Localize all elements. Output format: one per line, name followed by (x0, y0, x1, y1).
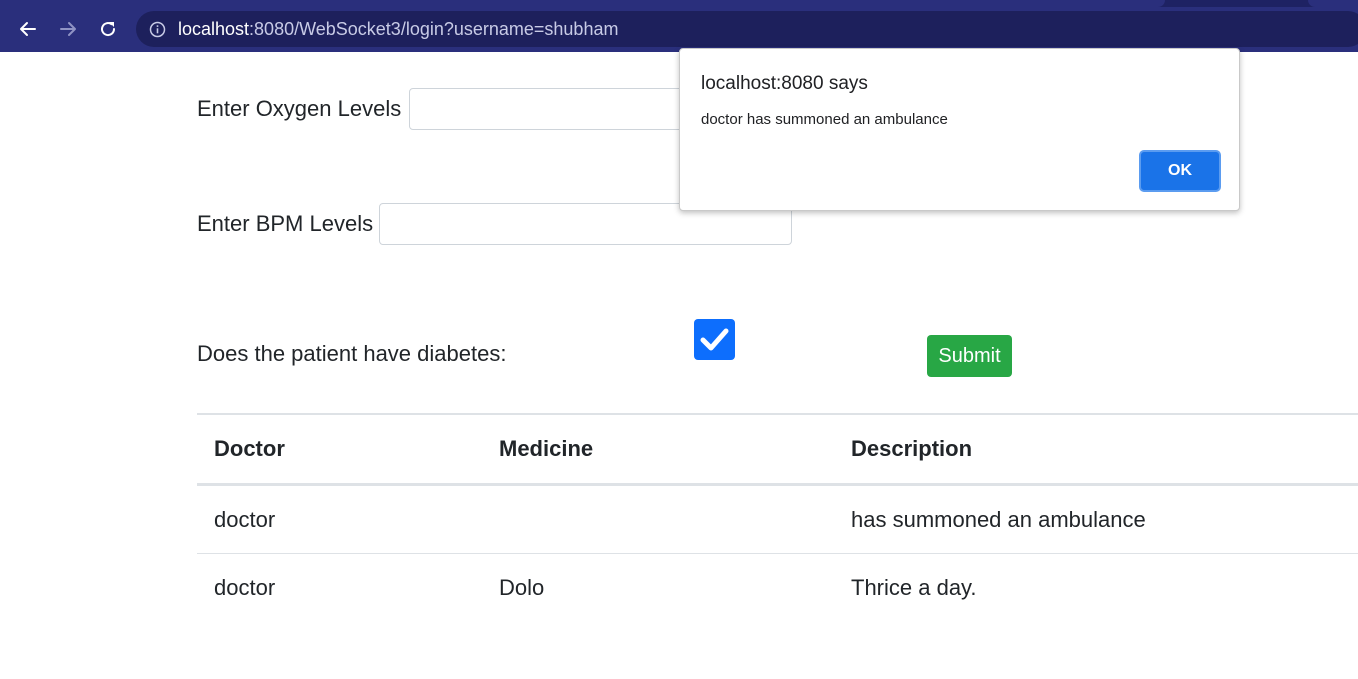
reload-button[interactable] (93, 14, 123, 44)
cell-doctor: doctor (197, 484, 482, 554)
active-tab[interactable] (0, 0, 1165, 7)
forward-button[interactable] (53, 14, 83, 44)
dialog-message: doctor has summoned an ambulance (701, 111, 948, 128)
cell-description: Thrice a day. (851, 574, 977, 600)
cell-medicine (482, 484, 834, 554)
cell-doctor: doctor (214, 574, 276, 600)
address-bar[interactable]: localhost:8080/WebSocket3/login?username… (136, 11, 1358, 47)
table-header-row: Doctor Medicine Description (197, 413, 1358, 486)
bpm-label: Enter BPM Levels : (197, 211, 386, 236)
header-doctor: Doctor (197, 413, 482, 486)
oxygen-label: Enter Oxygen Levels : (197, 96, 414, 121)
arrow-right-icon (60, 22, 76, 36)
cell-description: has summoned an ambulance (834, 484, 1358, 554)
cell-medicine: Dolo (499, 574, 545, 600)
diabetes-checkbox[interactable] (694, 319, 735, 360)
info-icon[interactable] (149, 21, 166, 38)
other-tab[interactable] (1308, 0, 1358, 7)
browser-toolbar: localhost:8080/WebSocket3/login?username… (0, 0, 1358, 52)
table-row: doctor has summoned an ambulance (197, 484, 1358, 554)
header-medicine: Medicine (482, 413, 834, 486)
back-button[interactable] (13, 14, 43, 44)
submit-button[interactable]: Submit (927, 335, 1012, 377)
alert-dialog: localhost:8080 says doctor has summoned … (679, 48, 1240, 211)
ok-button[interactable]: OK (1139, 150, 1221, 192)
dialog-title: localhost:8080 says (701, 73, 868, 94)
reload-icon (101, 22, 116, 37)
checkmark-icon (700, 328, 729, 351)
url-path: :8080/WebSocket3/login?username=shubham (249, 18, 619, 39)
arrow-left-icon (20, 22, 36, 36)
prescriptions-table: Doctor Medicine Description doctor has s… (197, 413, 1358, 621)
diabetes-label: Does the patient have diabetes: (197, 341, 507, 366)
table-row: doctor Dolo Thrice a day. (197, 554, 1358, 622)
tab-strip (0, 0, 1358, 7)
url-host: localhost (178, 18, 250, 39)
header-description: Description (834, 413, 1358, 486)
url-text: localhost:8080/WebSocket3/login?username… (178, 19, 618, 40)
